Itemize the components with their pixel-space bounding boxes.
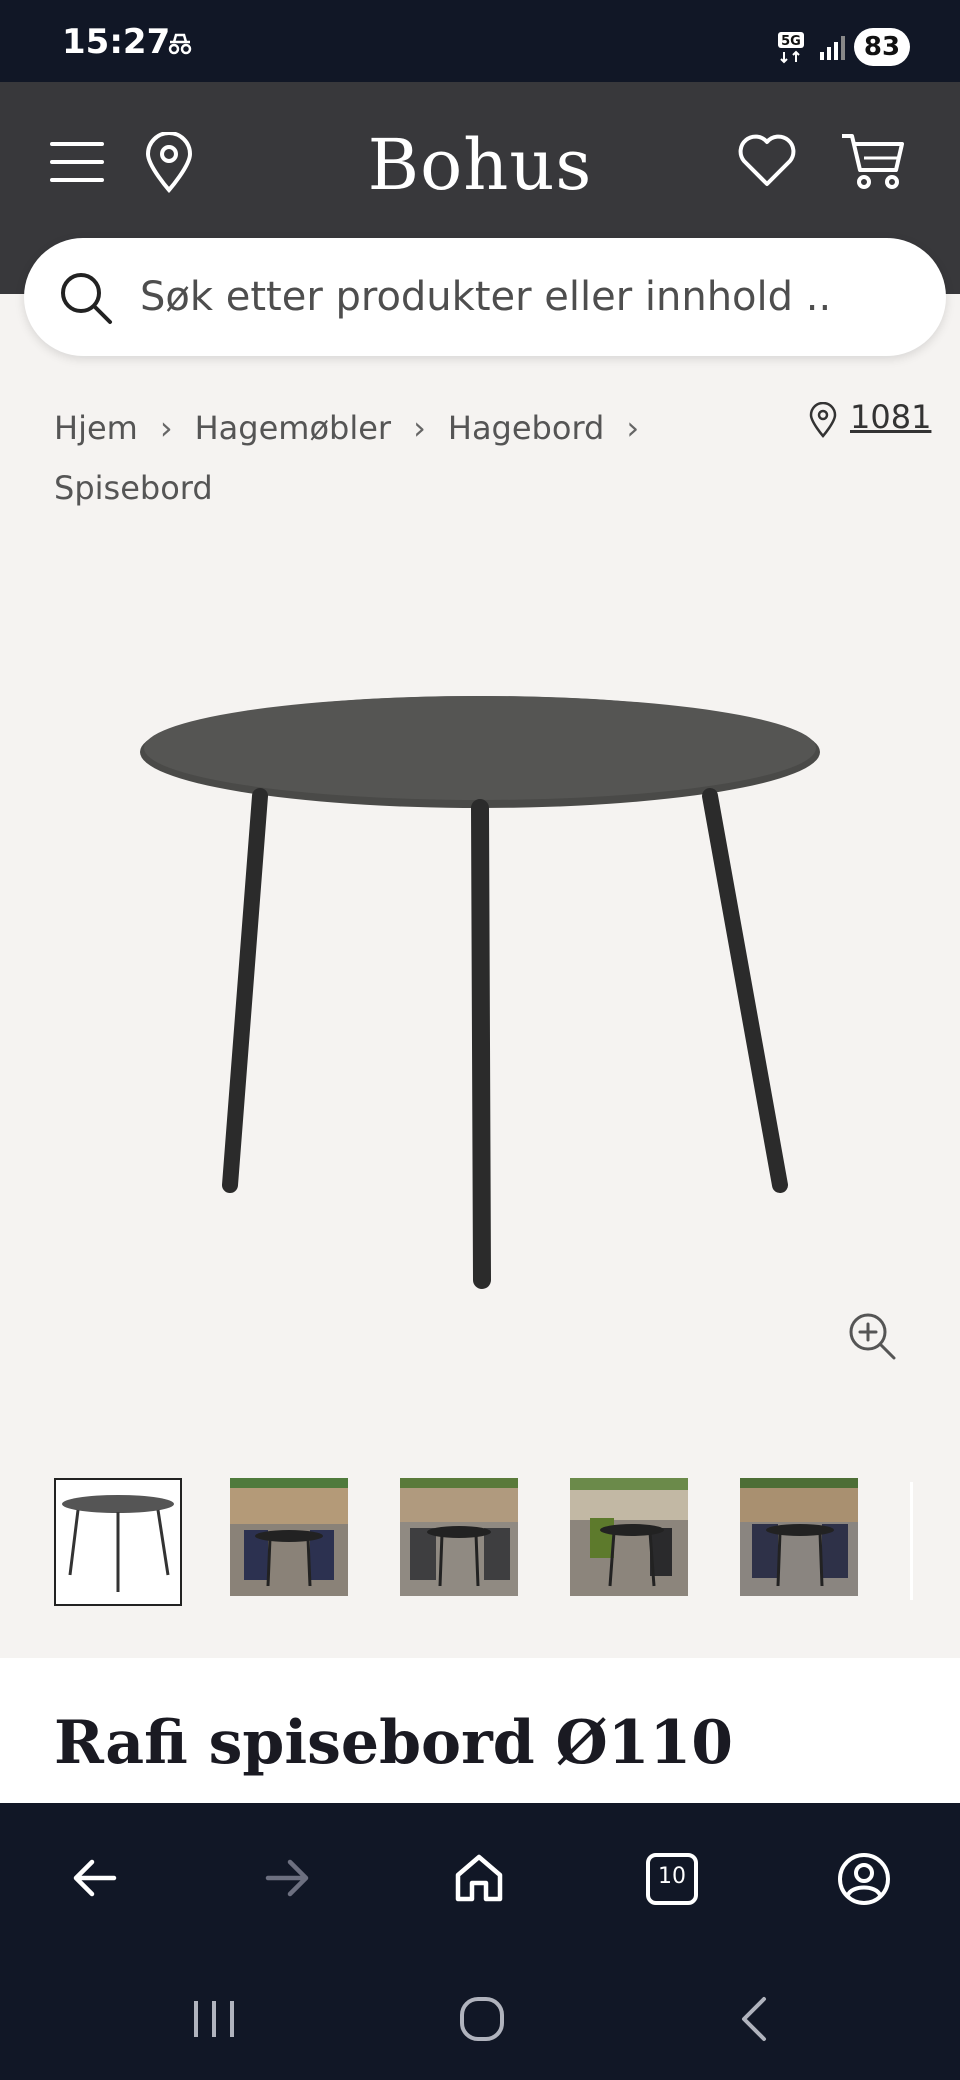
- status-time: 15:27: [62, 22, 171, 62]
- breadcrumb-home[interactable]: Hjem: [54, 409, 138, 447]
- back-arrow-icon: [68, 1859, 122, 1909]
- home-nav-button[interactable]: [458, 1995, 506, 2048]
- favorites-button[interactable]: [738, 134, 796, 193]
- signal-icon: [818, 34, 846, 67]
- heart-icon: [738, 134, 796, 192]
- tabs-button[interactable]: 10: [644, 1851, 700, 1912]
- home-circle-icon: [458, 1997, 506, 2047]
- tab-count: 10: [658, 1864, 686, 1889]
- recent-apps-button[interactable]: [190, 1995, 238, 2048]
- back-button[interactable]: [68, 1851, 122, 1910]
- zoom-button[interactable]: [846, 1310, 898, 1367]
- browser-toolbar: 10: [0, 1803, 960, 1963]
- battery-indicator: 83: [854, 28, 910, 66]
- account-button[interactable]: [836, 1851, 892, 1912]
- product-image[interactable]: [130, 680, 830, 1305]
- incognito-icon: [166, 32, 194, 61]
- thumbnail-5[interactable]: [740, 1478, 858, 1596]
- system-nav-bar: [0, 1963, 960, 2080]
- thumbnail-4[interactable]: [570, 1478, 688, 1596]
- thumbnail-strip: [54, 1478, 914, 1606]
- forward-arrow-icon: [260, 1859, 314, 1909]
- chevron-right-icon: ›: [626, 409, 640, 447]
- thumbnail-2[interactable]: [230, 1478, 348, 1596]
- location-pin-icon: [809, 402, 837, 438]
- forward-button[interactable]: [260, 1851, 314, 1910]
- tabs-icon: [644, 1853, 700, 1911]
- product-info: Rafi spisebord Ø110: [0, 1658, 960, 1803]
- breadcrumb: Hjem › Hagemøbler › Hagebord › Spisebord: [54, 398, 794, 518]
- back-nav-button[interactable]: [732, 1995, 780, 2048]
- svg-text:5G: 5G: [781, 34, 801, 49]
- chevron-left-icon: [732, 1997, 780, 2047]
- account-icon: [836, 1853, 892, 1911]
- thumbnail-divider: [910, 1482, 913, 1600]
- chevron-right-icon: ›: [413, 409, 426, 447]
- thumbnail-3[interactable]: [400, 1478, 518, 1596]
- breadcrumb-current: Spisebord: [54, 469, 213, 507]
- status-bar: 15:27 5G 83: [0, 0, 960, 82]
- cart-button[interactable]: [840, 130, 906, 197]
- breadcrumb-hagebord[interactable]: Hagebord: [448, 409, 604, 447]
- thumbnail-1[interactable]: [54, 1478, 182, 1606]
- search-input[interactable]: [140, 264, 910, 330]
- cart-icon: [840, 134, 906, 196]
- home-button[interactable]: [452, 1851, 506, 1910]
- zoom-in-icon: [846, 1313, 898, 1366]
- home-icon: [452, 1854, 506, 1909]
- store-code[interactable]: 1081: [850, 398, 931, 436]
- product-title: Rafi spisebord Ø110: [54, 1708, 734, 1778]
- recent-apps-icon: [190, 2001, 238, 2047]
- site-logo[interactable]: Bohus: [0, 124, 960, 206]
- breadcrumb-hagemobler[interactable]: Hagemøbler: [195, 409, 391, 447]
- search-icon: [58, 270, 114, 331]
- 5g-icon: 5G: [776, 30, 810, 69]
- chevron-right-icon: ›: [159, 409, 173, 447]
- search-bar[interactable]: [24, 238, 946, 356]
